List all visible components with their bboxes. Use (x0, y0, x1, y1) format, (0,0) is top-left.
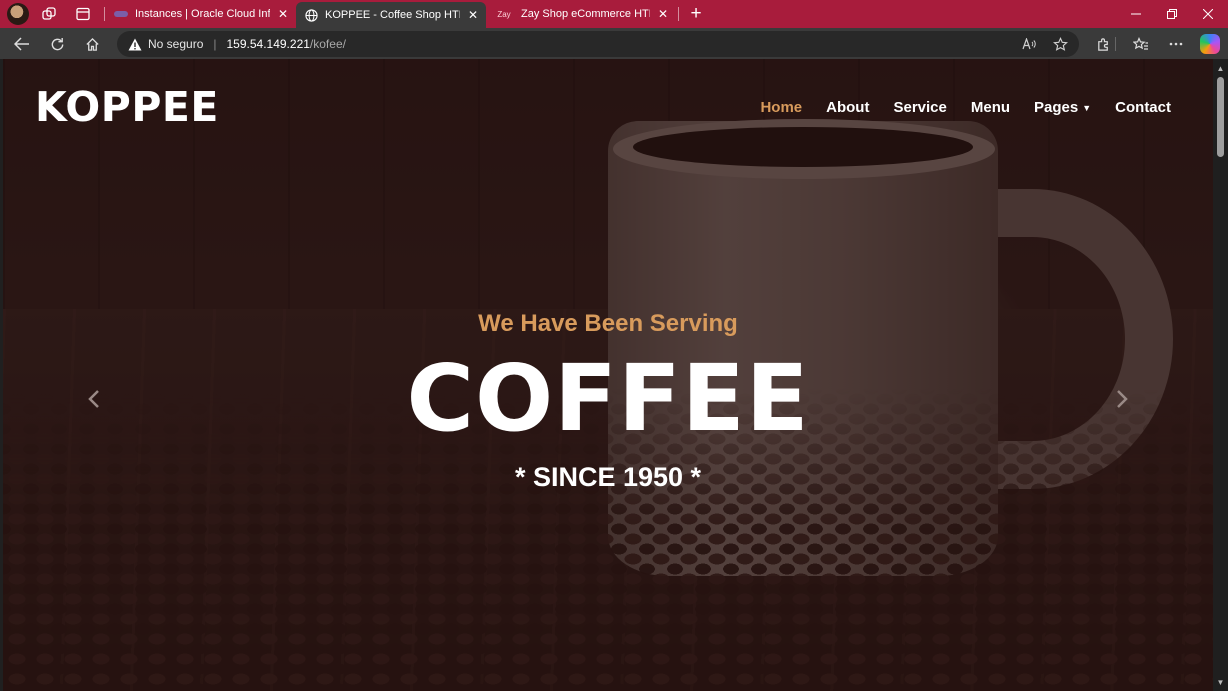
carousel-prev-icon[interactable] (82, 387, 106, 411)
scroll-up-icon[interactable]: ▲ (1213, 61, 1228, 75)
nav-pages-label: Pages (1034, 99, 1079, 116)
restore-icon[interactable] (1154, 0, 1190, 28)
main-nav: Home About Service Menu Pages ▼ Contact (760, 99, 1171, 116)
close-window-icon[interactable] (1190, 0, 1226, 28)
tab-title: KOPPEE - Coffee Shop HTML Template (325, 9, 460, 21)
koppee-page: KOPPEE Home About Service Menu Pages ▼ Co… (3, 59, 1213, 691)
close-tab-icon[interactable]: ✕ (468, 8, 478, 22)
close-tab-icon[interactable]: ✕ (658, 7, 668, 21)
page-scrollbar[interactable]: ▲ ▼ (1213, 59, 1228, 691)
security-label[interactable]: No seguro (148, 37, 203, 51)
site-logo[interactable]: KOPPEE (35, 83, 219, 131)
address-bar[interactable]: No seguro | 159.54.149.221/kofee/ (117, 31, 1079, 57)
nav-about[interactable]: About (826, 99, 869, 116)
more-options-icon[interactable] (1163, 31, 1189, 57)
hero-title: COFFEE (406, 345, 810, 452)
tab-separator (678, 7, 679, 21)
address-toolbar: No seguro | 159.54.149.221/kofee/ (0, 28, 1228, 59)
tab-title: Instances | Oracle Cloud Infrastructure (135, 8, 270, 20)
hero-kicker: We Have Been Serving (478, 310, 738, 337)
globe-icon (304, 8, 318, 22)
nav-contact[interactable]: Contact (1115, 99, 1171, 116)
nav-pages-dropdown[interactable]: Pages ▼ (1034, 99, 1091, 116)
close-tab-icon[interactable]: ✕ (278, 7, 288, 21)
workspaces-icon[interactable] (37, 2, 61, 26)
nav-service[interactable]: Service (893, 99, 946, 116)
tab-oracle[interactable]: Instances | Oracle Cloud Infrastructure … (106, 2, 296, 26)
url-host: 159.54.149.221 (226, 37, 310, 51)
copilot-icon[interactable] (1200, 34, 1220, 54)
tab-zay-shop[interactable]: Zay Zay Shop eCommerce HTML CSS Template… (486, 2, 676, 26)
tab-separator (104, 7, 105, 21)
caret-down-icon: ▼ (1082, 102, 1092, 113)
nav-home[interactable]: Home (760, 99, 802, 116)
warning-icon[interactable] (128, 38, 142, 51)
hero-subtitle: * SINCE 1950 * (514, 462, 702, 492)
tab-title: Zay Shop eCommerce HTML CSS Template (521, 8, 650, 20)
reload-icon[interactable] (44, 31, 70, 57)
read-aloud-icon[interactable] (1020, 35, 1038, 53)
tab-koppee[interactable]: KOPPEE - Coffee Shop HTML Template ✕ (296, 2, 486, 28)
back-arrow-icon[interactable] (9, 31, 35, 57)
favorites-icon[interactable] (1128, 31, 1154, 57)
toolbar-divider (1111, 31, 1119, 57)
carousel-next-icon[interactable] (1110, 387, 1134, 411)
minimize-icon[interactable] (1118, 0, 1154, 28)
url-path: /kofee/ (309, 37, 346, 51)
scroll-down-icon[interactable]: ▼ (1213, 675, 1228, 689)
home-icon[interactable] (79, 31, 105, 57)
zay-favicon: Zay (497, 9, 511, 19)
new-tab-button[interactable]: + (684, 2, 708, 26)
oracle-cloud-icon (114, 7, 128, 21)
scrollbar-thumb[interactable] (1217, 77, 1224, 157)
favorite-star-icon[interactable] (1051, 35, 1069, 53)
browser-tab-bar: Instances | Oracle Cloud Infrastructure … (0, 0, 1228, 28)
vertical-tabs-icon[interactable] (71, 2, 95, 26)
address-divider: | (213, 37, 217, 51)
nav-menu[interactable]: Menu (971, 99, 1010, 116)
profile-avatar[interactable] (7, 3, 29, 25)
